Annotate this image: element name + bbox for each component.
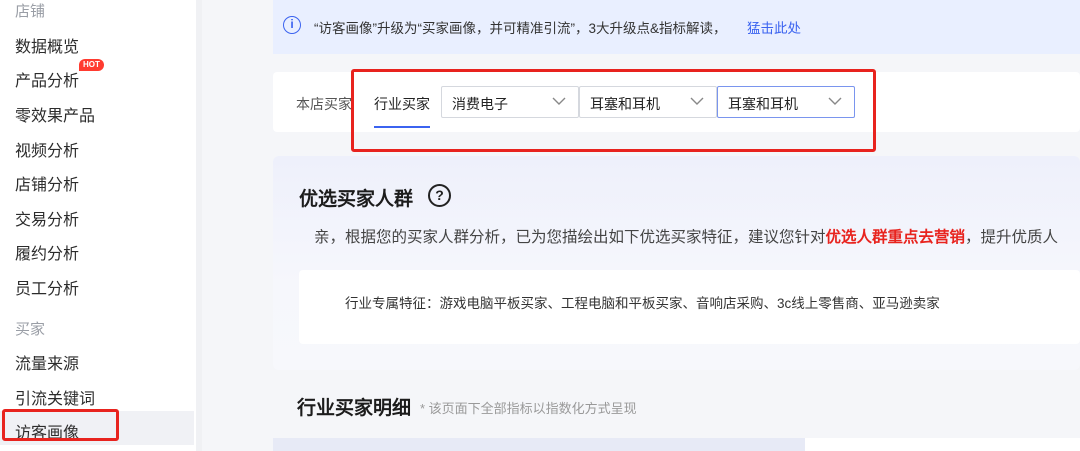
sidebar-item-fulfillment-analysis[interactable]: 履约分析: [15, 240, 79, 264]
section-note: * 该页面下全部指标以指数化方式呈现: [420, 401, 637, 416]
desc-prefix: 亲，根据您的买家人群分析，已为您描绘出如下优选买家特征，建议您针对: [314, 229, 826, 246]
sidebar-item-zero-effect-products[interactable]: 零效果产品: [15, 102, 95, 126]
sidebar-section-store: 店铺: [15, 3, 46, 20]
sidebar-item-staff-analysis[interactable]: 员工分析: [15, 275, 79, 299]
section-title-industry-buyer-details: 行业买家明细: [297, 398, 412, 419]
sidebar-item-video-analysis[interactable]: 视频分析: [15, 137, 79, 161]
desc-highlight: 优选人群重点去营销: [825, 229, 966, 246]
help-icon[interactable]: ?: [428, 184, 451, 207]
info-banner-link[interactable]: 猛击此处: [747, 17, 801, 37]
sidebar-item-label: 产品分析: [15, 73, 80, 90]
tab-store-buyers[interactable]: 本店买家: [296, 94, 352, 114]
sidebar-item-traffic-source[interactable]: 流量来源: [15, 350, 79, 374]
sidebar-item-trade-analysis[interactable]: 交易分析: [15, 206, 79, 230]
highlight-box-visitor-profile: [2, 409, 119, 441]
desc-suffix: ，提升优质人: [965, 229, 1059, 246]
sidebar-item-product-analysis[interactable]: 产品分析 HOT: [15, 59, 104, 91]
card-description: 亲，根据您的买家人群分析，已为您描绘出如下优选买家特征，建议您针对优选人群重点去…: [314, 225, 1058, 247]
info-banner-text: “访客画像”升级为“买家画像，并可精准引流”，3大升级点&指标解读，: [314, 21, 727, 36]
industry-feature-text: 行业专属特征：游戏电脑平板买家、工程电脑和平板买家、音响店采购、3c线上零售商、…: [345, 296, 940, 311]
info-icon: i: [283, 16, 301, 34]
highlight-box-filters: [351, 69, 876, 152]
sidebar-item-traffic-keywords[interactable]: 引流关键词: [15, 385, 95, 409]
card-title: 优选买家人群: [299, 189, 414, 210]
detail-header-strip: [273, 438, 805, 451]
detail-header-strip-right: [805, 438, 1080, 451]
sidebar-item-store-analysis[interactable]: 店铺分析: [15, 171, 79, 195]
hot-badge: HOT: [79, 59, 104, 71]
sidebar-item-data-overview[interactable]: 数据概览: [15, 33, 79, 57]
sidebar-divider: [196, 0, 202, 451]
sidebar-section-buyer: 买家: [15, 321, 46, 338]
sidebar: 店铺 数据概览 产品分析 HOT 零效果产品 视频分析 店铺分析 交易分析 履约…: [0, 0, 196, 451]
